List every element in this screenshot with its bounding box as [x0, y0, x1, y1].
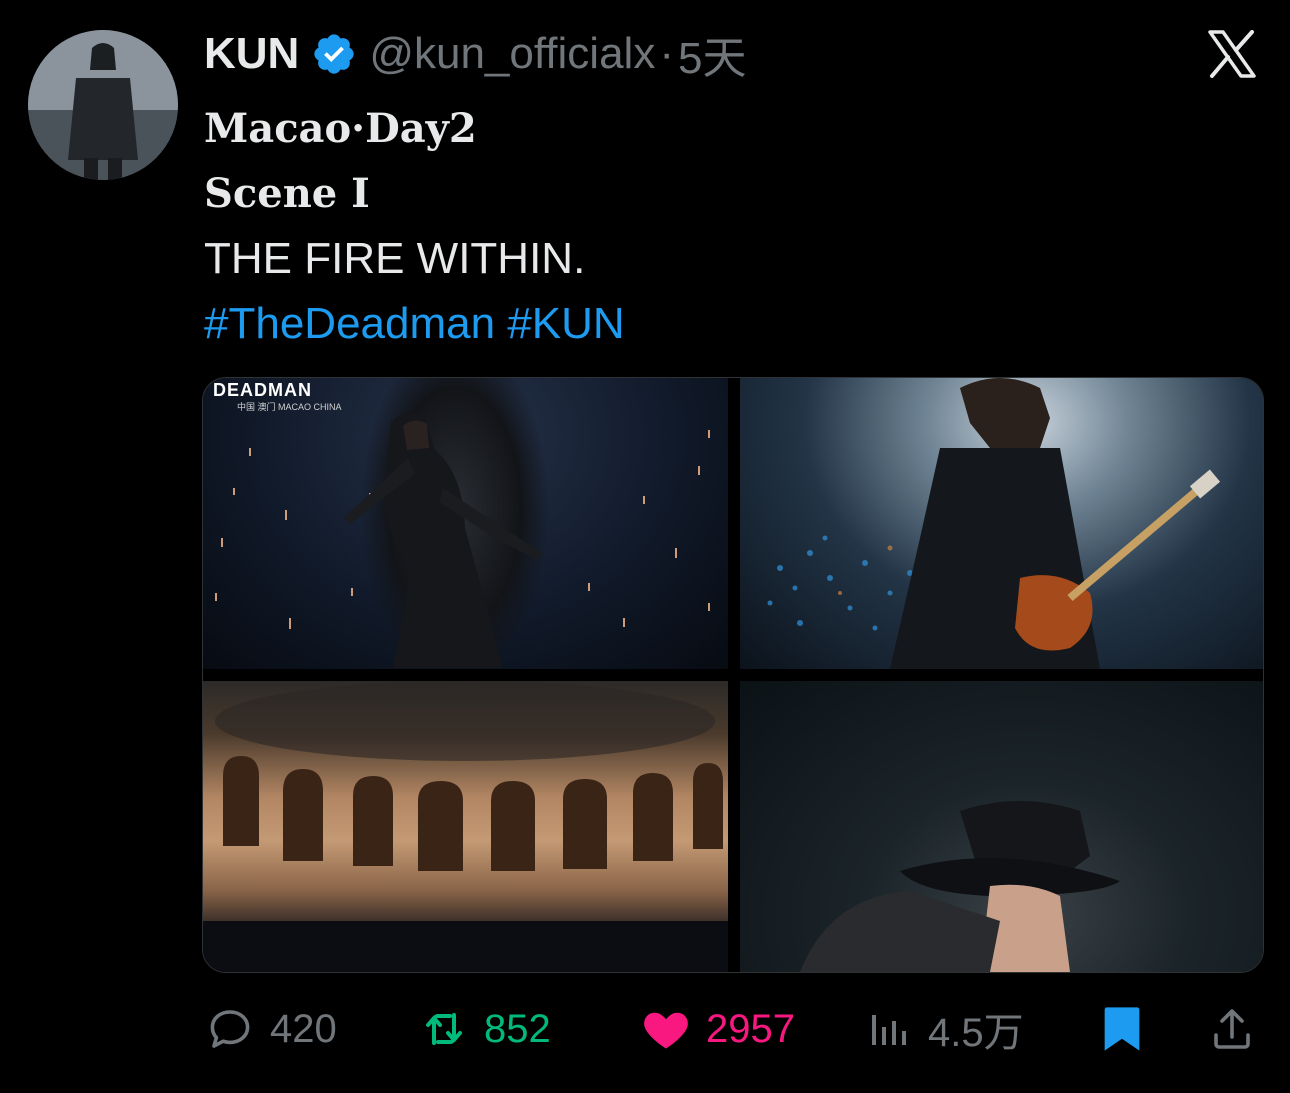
media-photo[interactable] — [740, 681, 1263, 972]
media-overlay-subtitle: 中国 澳门 MACAO CHINA — [237, 400, 342, 413]
concert-photo-performer-guitar — [767, 378, 1221, 669]
author-handle[interactable]: @kun_officialx — [369, 29, 655, 79]
reply-icon — [204, 1003, 256, 1055]
tweet-header: KUN @kun_officialx · 5天 — [204, 28, 746, 83]
tweet-hashtags: #TheDeadman #KUN — [204, 291, 1264, 356]
media-overlay-title: DEADMAN — [213, 380, 312, 400]
hashtag-link[interactable]: #TheDeadman — [204, 299, 495, 348]
bookmark-icon — [1096, 1003, 1148, 1055]
tweet-line-2: Scene Ⅰ — [204, 170, 370, 217]
views-icon — [862, 1003, 914, 1055]
media-photo[interactable] — [740, 378, 1263, 669]
concert-photo-performer-hat — [800, 801, 1120, 972]
hashtag-link[interactable]: #KUN — [507, 299, 624, 348]
heart-icon — [640, 1003, 692, 1055]
author-display-name[interactable]: KUN — [204, 29, 299, 79]
views-count: 4.5万 — [928, 1011, 1024, 1055]
media-grid: DEADMAN 中国 澳门 MACAO CHINA — [202, 377, 1264, 973]
stage-photo-colosseum-set — [203, 681, 728, 972]
reply-count: 420 — [270, 1006, 337, 1051]
x-logo-icon[interactable] — [1206, 30, 1258, 78]
verified-badge-icon — [311, 31, 357, 77]
share-button[interactable] — [1206, 1003, 1258, 1055]
share-icon — [1206, 1003, 1258, 1055]
repost-icon — [418, 1003, 470, 1055]
repost-count: 852 — [484, 1006, 551, 1051]
like-count: 2957 — [706, 1006, 795, 1051]
like-action[interactable]: 2957 — [640, 1003, 795, 1055]
bookmark-button[interactable] — [1096, 1003, 1148, 1055]
views-action[interactable]: 4.5万 — [862, 1003, 1024, 1055]
reply-action[interactable]: 420 — [204, 1003, 337, 1055]
concert-photo-performer-leaning-back — [215, 412, 710, 668]
repost-action[interactable]: 852 — [418, 1003, 551, 1055]
media-photo[interactable] — [203, 681, 728, 972]
author-avatar[interactable] — [28, 30, 178, 180]
header-separator: · — [659, 29, 674, 78]
media-photo[interactable]: DEADMAN 中国 澳门 MACAO CHINA — [203, 378, 728, 669]
tweet-line-1: Macao·Day2 — [204, 105, 477, 152]
tweet-timestamp[interactable]: 5天 — [678, 22, 746, 86]
avatar-photo — [28, 30, 178, 180]
tweet-body: Macao·Day2 Scene Ⅰ THE FIRE WITHIN. #The… — [204, 96, 1264, 356]
media-overlay-caption: MACAO CHINA — [278, 402, 342, 412]
media-overlay-location: 中国 澳门 — [237, 402, 276, 412]
tweet-line-3: THE FIRE WITHIN. — [204, 234, 586, 283]
